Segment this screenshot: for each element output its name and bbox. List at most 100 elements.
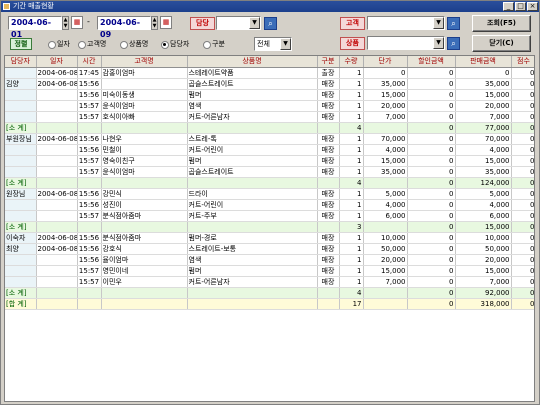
chevron-down-icon[interactable]: ▼ xyxy=(280,38,291,50)
table-cell: 0 xyxy=(407,166,456,178)
table-row[interactable]: 15:57 분식점아줌마 커트-주부 매장 1 6,000 0 6,000 0 xyxy=(5,210,534,222)
date-from-spinner[interactable]: ▲ ▼ xyxy=(62,16,69,30)
spin-down-icon[interactable]: ▼ xyxy=(63,23,68,29)
column-header[interactable]: 일자 xyxy=(36,56,78,68)
table-row[interactable]: 부원장님 2004-06-08 15:56 나현우 스트레-톡 매장 1 70,000 0 70,… xyxy=(5,133,534,145)
table-row[interactable]: 김양 2004-06-08 15:56 곱슬스트레이트 매장 1 35,000 0 35,000… xyxy=(5,78,534,90)
table-cell: 펌머-경로 xyxy=(187,232,318,244)
table-cell: 0 xyxy=(511,133,534,145)
table-cell: 4,000 xyxy=(455,144,512,156)
sort-radio-type[interactable]: 구분 xyxy=(203,40,225,49)
column-header[interactable]: 시간 xyxy=(77,56,102,68)
table-cell: 77,000 xyxy=(455,122,512,134)
subtotal-row[interactable]: [소 계] 4 0 124,000 0 xyxy=(5,177,534,189)
minimize-button[interactable]: _ xyxy=(503,2,514,11)
table-row[interactable]: 15:57 이민우 커트-어른남자 매장 1 7,000 0 7,000 0 xyxy=(5,276,534,288)
type-select[interactable]: 전체 ▼ xyxy=(254,37,292,51)
table-row[interactable]: 15:57 호식이아빠 커트-어른남자 매장 1 7,000 0 7,000 0 xyxy=(5,111,534,123)
table-row[interactable]: 15:57 윤식이엄마 곱슬스트레이트 매장 1 35,000 0 35,000 0 xyxy=(5,166,534,178)
chevron-down-icon[interactable]: ▼ xyxy=(433,37,444,49)
date-from-calendar-button[interactable]: ▦ xyxy=(71,16,83,29)
table-cell: 15:57 xyxy=(77,166,102,178)
sort-radio-customer[interactable]: 고객명 xyxy=(78,40,106,49)
table-row[interactable]: 15:56 성진이 커트-어린이 매장 1 4,000 0 4,000 0 xyxy=(5,199,534,211)
manager-select[interactable]: ▼ xyxy=(216,16,261,30)
table-row[interactable]: 15:57 윤식이엄마 염색 매장 1 20,000 0 20,000 0 xyxy=(5,100,534,112)
sort-radio-manager[interactable]: 담당자 xyxy=(161,40,189,49)
table-row[interactable]: 이숙자 2004-06-08 15:56 분식점아줌마 펌머-경로 매장 1 10,000 0 1… xyxy=(5,232,534,244)
sort-radio-date[interactable]: 일자 xyxy=(48,40,70,49)
table-cell xyxy=(77,122,102,134)
chevron-down-icon[interactable]: ▼ xyxy=(433,17,444,29)
table-cell: 15:57 xyxy=(77,276,102,288)
table-cell: 15:56 xyxy=(77,232,102,244)
table-cell: 곱슬스트레이트 xyxy=(187,78,318,90)
column-header[interactable]: 수량 xyxy=(339,56,364,68)
search-icon: ⌕ xyxy=(451,39,456,48)
table-cell: 15,000 xyxy=(455,221,512,233)
grand-total-row[interactable]: [합 계] 17 0 318,000 0 xyxy=(5,298,534,310)
table-row[interactable]: 15:56 민철이 커트-어린이 매장 1 4,000 0 4,000 0 xyxy=(5,144,534,156)
close-window-button[interactable]: × xyxy=(527,2,538,11)
table-row[interactable]: 원장님 2004-06-08 15:56 강민식 드라이 매장 1 5,000 0 5,000 0 xyxy=(5,188,534,200)
table-cell xyxy=(5,155,37,167)
column-header[interactable]: 점수 xyxy=(511,56,534,68)
column-header[interactable]: 구분 xyxy=(317,56,340,68)
table-header: 담당자 일자 시간 고객명 상품명 구분 수량 단가 할인금액 판매금액 점수 xyxy=(5,56,534,68)
table-cell xyxy=(5,199,37,211)
column-header[interactable]: 단가 xyxy=(363,56,408,68)
column-header[interactable]: 고객명 xyxy=(101,56,188,68)
table-cell: 매장 xyxy=(317,155,340,167)
table-row[interactable]: 15:57 영숙이친구 펌머 매장 1 15,000 0 15,000 0 xyxy=(5,155,534,167)
spin-down-icon[interactable]: ▼ xyxy=(152,23,157,29)
product-search-button[interactable]: ⌕ xyxy=(447,37,460,50)
table-cell: 2004-06-08 xyxy=(36,188,78,200)
table-cell: 0 xyxy=(511,100,534,112)
table-cell: 윤식이엄마 xyxy=(101,100,188,112)
close-button[interactable]: 닫기(C) xyxy=(472,35,531,52)
table-row[interactable]: 15:57 영민이네 펌머 매장 1 15,000 0 15,000 0 xyxy=(5,265,534,277)
date-from-field[interactable]: 2004-06-01 xyxy=(8,16,62,39)
date-to-field[interactable]: 2004-06-09 xyxy=(97,16,151,39)
table-cell: 15:56 xyxy=(77,188,102,200)
subtotal-row[interactable]: [소 계] 3 0 15,000 0 xyxy=(5,221,534,233)
manager-search-button[interactable]: ⌕ xyxy=(264,17,277,30)
date-to-spinner[interactable]: ▲ ▼ xyxy=(151,16,158,30)
customer-select[interactable]: ▼ xyxy=(367,16,445,30)
table-cell: 영민이네 xyxy=(101,265,188,277)
table-cell: 0 xyxy=(511,210,534,222)
table-cell: 10,000 xyxy=(363,232,408,244)
table-cell xyxy=(77,221,102,233)
customer-search-button[interactable]: ⌕ xyxy=(447,17,460,30)
table-cell: 1 xyxy=(339,188,364,200)
table-cell: 0 xyxy=(511,254,534,266)
table-row[interactable]: 최양 2004-06-08 15:56 강호식 스트레이트-보통 매장 1 50,000 0 50… xyxy=(5,243,534,255)
date-to-calendar-button[interactable]: ▦ xyxy=(160,16,172,29)
table-row[interactable]: 15:56 미숙이동생 펌머 매장 1 15,000 0 15,000 0 xyxy=(5,89,534,101)
subtotal-row[interactable]: [소 계] 4 0 77,000 0 xyxy=(5,122,534,134)
table-cell xyxy=(101,287,188,299)
table-row[interactable]: 2004-06-08 17:45 감홍이엄마 스테레이트약품 출장 1 0 0 0 0 xyxy=(5,67,534,79)
sales-grid[interactable]: 담당자 일자 시간 고객명 상품명 구분 수량 단가 할인금액 판매금액 점수 2004-06-08… xyxy=(4,55,535,402)
search-button[interactable]: 조회(F5) xyxy=(472,15,531,32)
table-cell: 1 xyxy=(339,100,364,112)
column-header[interactable]: 담당자 xyxy=(5,56,37,68)
subtotal-row[interactable]: [소 계] 4 0 92,000 0 xyxy=(5,287,534,299)
table-cell: 커트-어린이 xyxy=(187,144,318,156)
table-cell: 0 xyxy=(407,243,456,255)
table-cell: 124,000 xyxy=(455,177,512,189)
table-cell: 5,000 xyxy=(363,188,408,200)
calendar-icon: ▦ xyxy=(162,18,170,26)
column-header[interactable]: 상품명 xyxy=(187,56,318,68)
table-cell: 1 xyxy=(339,155,364,167)
maximize-button[interactable]: □ xyxy=(515,2,526,11)
product-select[interactable]: ▼ xyxy=(367,36,445,50)
table-cell: 김양 xyxy=(5,78,37,90)
chevron-down-icon[interactable]: ▼ xyxy=(249,17,260,29)
sort-radio-product[interactable]: 상품명 xyxy=(120,40,148,49)
table-row[interactable]: 15:56 율이엄마 염색 매장 1 20,000 0 20,000 0 xyxy=(5,254,534,266)
table-cell xyxy=(363,298,408,310)
column-header[interactable]: 판매금액 xyxy=(455,56,512,68)
table-cell xyxy=(317,122,340,134)
column-header[interactable]: 할인금액 xyxy=(407,56,456,68)
